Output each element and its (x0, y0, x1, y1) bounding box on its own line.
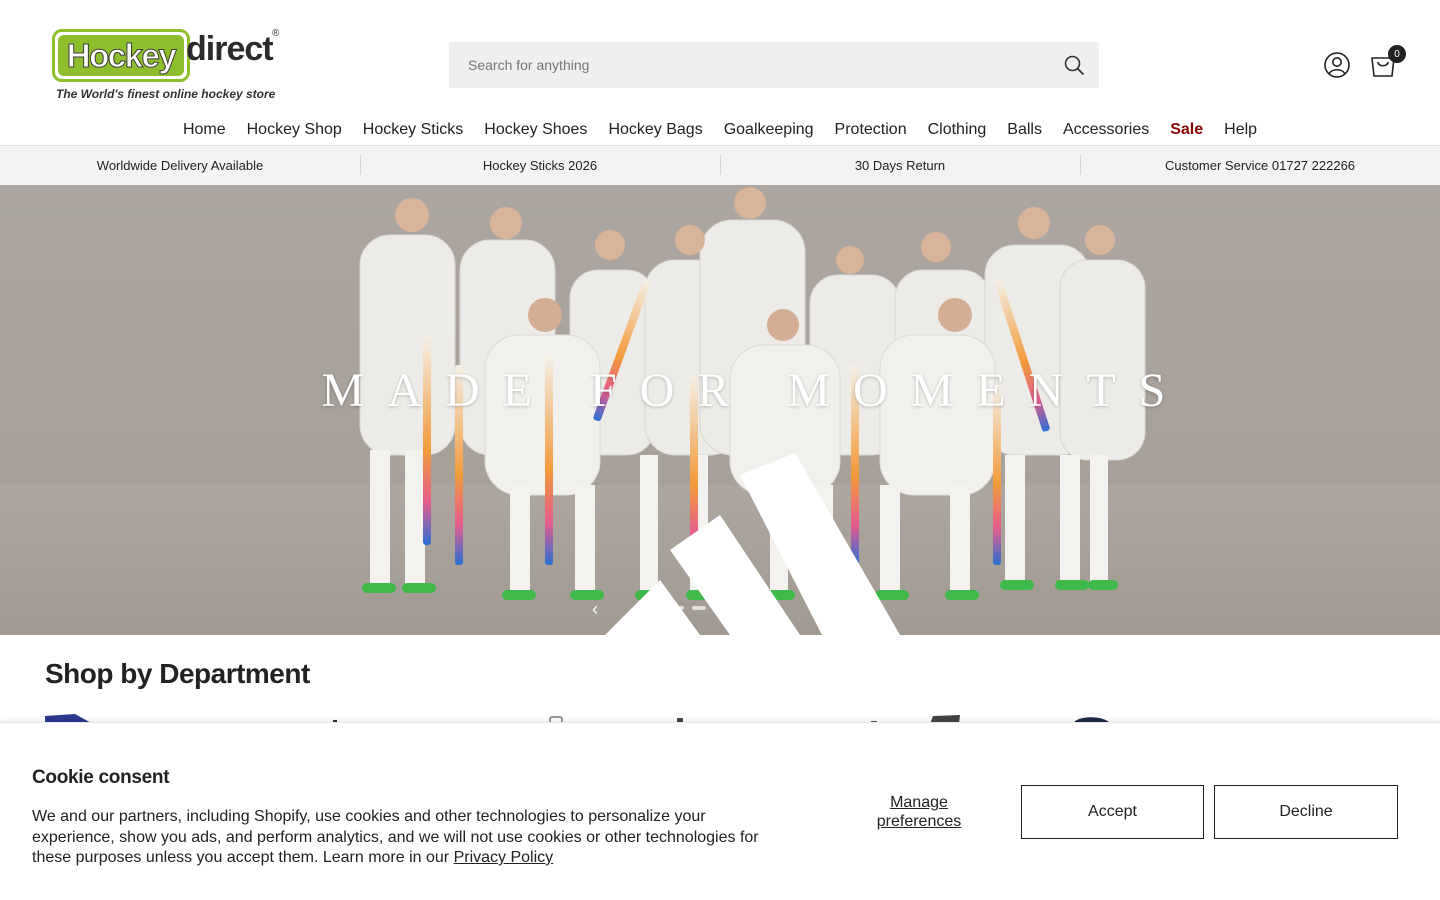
search-input[interactable] (449, 42, 1039, 88)
slider-dots (648, 606, 750, 610)
slider-dot[interactable] (648, 606, 662, 610)
search-icon[interactable] (1063, 54, 1085, 76)
cookie-consent-body: We and our partners, including Shopify, … (32, 808, 759, 866)
privacy-policy-link[interactable]: Privacy Policy (454, 849, 554, 866)
main-nav: Home Hockey Shop Hockey Sticks Hockey Sh… (0, 117, 1440, 143)
nav-item-hockey-shop[interactable]: Hockey Shop (247, 117, 342, 143)
nav-item-accessories[interactable]: Accessories (1063, 117, 1149, 143)
nav-item-protection[interactable]: Protection (835, 117, 907, 143)
section-title-shop-by-department: Shop by Department (45, 658, 310, 689)
usp-customer-service[interactable]: Customer Service 01727 222266 (1080, 155, 1440, 175)
account-icon[interactable] (1324, 52, 1350, 78)
accept-button[interactable]: Accept (1021, 785, 1204, 839)
hero-title: MADE FOR MOMENTS (321, 364, 1189, 417)
cart-count-badge: 0 (1388, 45, 1406, 63)
nav-item-goalkeeping[interactable]: Goalkeeping (724, 117, 814, 143)
cookie-consent-title: Cookie consent (32, 767, 170, 788)
logo-word-hockey: Hockey (66, 36, 177, 74)
nav-item-balls[interactable]: Balls (1007, 117, 1042, 143)
cookie-consent-banner: Cookie consent We and our partners, incl… (0, 722, 1440, 900)
nav-item-sale[interactable]: Sale (1170, 117, 1203, 143)
nav-item-help[interactable]: Help (1224, 117, 1257, 143)
hero-banner[interactable]: MADE FOR MOMENTS ‹ (0, 185, 1440, 635)
decline-button[interactable]: Decline (1214, 785, 1398, 839)
slider-dot[interactable] (736, 606, 750, 610)
nav-item-hockey-shoes[interactable]: Hockey Shoes (484, 117, 587, 143)
usp-30-days-return[interactable]: 30 Days Return (720, 155, 1080, 175)
usp-bar: Worldwide Delivery Available Hockey Stic… (0, 145, 1440, 185)
nav-item-hockey-bags[interactable]: Hockey Bags (608, 117, 702, 143)
nav-item-hockey-sticks[interactable]: Hockey Sticks (363, 117, 463, 143)
registered-mark: ® (272, 28, 280, 39)
nav-item-home[interactable]: Home (183, 117, 226, 143)
chevron-left-icon[interactable]: ‹ (592, 599, 606, 619)
usp-hockey-sticks-2026[interactable]: Hockey Sticks 2026 (360, 155, 720, 175)
logo-tagline: The World's finest online hockey store (56, 87, 276, 101)
nav-item-clothing[interactable]: Clothing (928, 117, 987, 143)
logo-word-direct: direct (186, 30, 274, 68)
manage-preferences-link[interactable]: Manage preferences (860, 793, 978, 831)
usp-worldwide-delivery[interactable]: Worldwide Delivery Available (0, 158, 360, 173)
hockeydirect-logo[interactable]: Hockey direct ® The World's finest onlin… (52, 26, 284, 104)
logo-badge: Hockey (52, 29, 190, 82)
cookie-consent-text: We and our partners, including Shopify, … (32, 807, 772, 869)
slider-dot[interactable] (670, 606, 684, 610)
slider-dot[interactable] (714, 606, 728, 610)
site-header: Hockey direct ® The World's finest onlin… (0, 0, 1440, 145)
search-bar (449, 42, 1099, 88)
slider-dot[interactable] (692, 606, 706, 610)
